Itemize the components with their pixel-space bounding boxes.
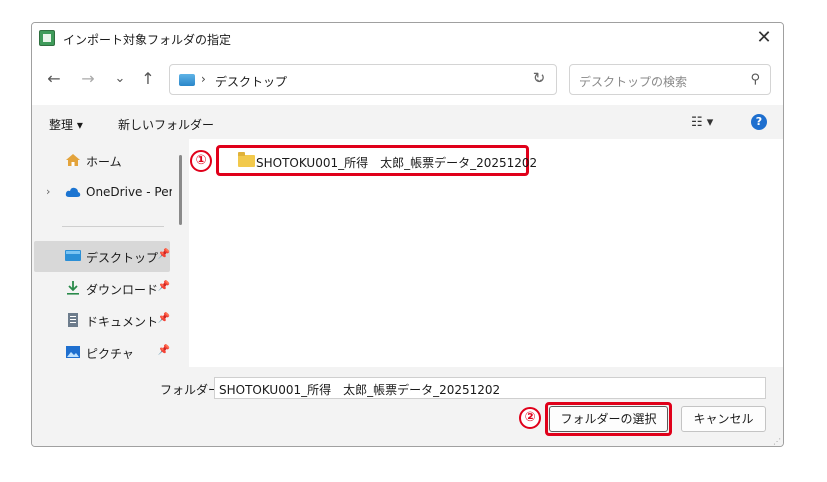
home-icon xyxy=(66,154,80,166)
pin-icon[interactable]: 📌 xyxy=(158,313,170,324)
sidebar-divider xyxy=(62,226,164,227)
breadcrumb-desktop[interactable]: デスクトップ xyxy=(215,73,287,90)
search-input[interactable]: デスクトップの検索 xyxy=(579,73,687,90)
sidebar-item-label: ピクチャ xyxy=(86,347,134,361)
file-list: SHOTOKU001_所得 太郎_帳票データ_20251202 xyxy=(189,139,783,367)
navigation-pane: ホーム › OneDrive - Perso デスクトップ 📌 ダウンロード 📌… xyxy=(32,139,189,367)
sidebar-item-desktop[interactable]: デスクトップ 📌 xyxy=(34,241,170,272)
window-title: インポート対象フォルダの指定 xyxy=(63,33,232,47)
sidebar-item-label: ドキュメント xyxy=(86,315,159,329)
sidebar-item-home[interactable]: ホーム xyxy=(34,145,170,176)
pin-icon[interactable]: 📌 xyxy=(158,345,170,356)
address-bar[interactable]: › デスクトップ ⌄ xyxy=(169,64,557,95)
forward-button[interactable]: → xyxy=(78,69,98,89)
sidebar-item-downloads[interactable]: ダウンロード 📌 xyxy=(34,273,170,304)
help-icon[interactable]: ? xyxy=(751,114,767,130)
close-button[interactable]: ✕ xyxy=(753,27,775,49)
cloud-icon xyxy=(65,187,81,197)
organize-button[interactable]: 整理 ▾ xyxy=(49,116,83,133)
refresh-icon[interactable]: ↻ xyxy=(527,66,551,90)
folder-picker-dialog: インポート対象フォルダの指定 ✕ ← → ⌄ ↑ › デスクトップ ⌄ ↻ デス… xyxy=(31,22,784,447)
sidebar-item-label: デスクトップ xyxy=(86,251,159,265)
folder-name-field[interactable]: SHOTOKU001_所得 太郎_帳票データ_20251202 xyxy=(214,377,766,399)
dialog-footer: フォルダー: SHOTOKU001_所得 太郎_帳票データ_20251202 フ… xyxy=(32,367,783,446)
cancel-button[interactable]: キャンセル xyxy=(681,406,766,432)
sidebar-item-label: ホーム xyxy=(86,155,122,169)
breadcrumb-separator: › xyxy=(201,72,206,86)
resize-grip[interactable]: ⋰ xyxy=(773,437,781,446)
recent-locations-button[interactable]: ⌄ xyxy=(110,69,130,89)
folder-icon xyxy=(238,152,255,167)
search-icon[interactable]: ⚲ xyxy=(750,72,760,87)
search-box[interactable]: デスクトップの検索 ⚲ xyxy=(569,64,771,95)
folder-name[interactable]: SHOTOKU001_所得 太郎_帳票データ_20251202 xyxy=(256,154,537,171)
up-button[interactable]: ↑ xyxy=(138,69,158,89)
view-options-icon[interactable]: ☷ ▾ xyxy=(691,115,713,130)
sidebar-item-label: OneDrive - Perso xyxy=(86,185,172,199)
navigation-bar: ← → ⌄ ↑ › デスクトップ ⌄ ↻ デスクトップの検索 ⚲ xyxy=(32,53,783,105)
title-bar: インポート対象フォルダの指定 ✕ xyxy=(32,23,783,53)
sidebar-item-label: ダウンロード xyxy=(86,283,159,297)
sidebar-item-onedrive[interactable]: › OneDrive - Perso xyxy=(34,177,172,208)
desktop-icon xyxy=(65,250,81,261)
step-2-marker: ② xyxy=(519,407,541,429)
sidebar-item-pictures[interactable]: ピクチャ 📌 xyxy=(34,337,170,368)
command-bar: 整理 ▾ 新しいフォルダー ☷ ▾ ? xyxy=(32,107,783,139)
select-folder-button[interactable]: フォルダーの選択 xyxy=(549,406,668,432)
step-1-marker: ① xyxy=(190,150,212,172)
document-icon xyxy=(68,313,78,327)
pin-icon[interactable]: 📌 xyxy=(158,281,170,292)
sidebar-scrollbar[interactable] xyxy=(179,155,182,225)
pin-icon[interactable]: 📌 xyxy=(158,249,170,260)
download-icon xyxy=(67,281,79,295)
desktop-icon xyxy=(179,74,195,86)
new-folder-button[interactable]: 新しいフォルダー xyxy=(118,116,214,133)
chevron-right-icon[interactable]: › xyxy=(46,185,50,198)
sidebar-item-documents[interactable]: ドキュメント 📌 xyxy=(34,305,170,336)
back-button[interactable]: ← xyxy=(44,69,64,89)
app-icon xyxy=(39,30,55,46)
pictures-icon xyxy=(66,346,80,358)
list-item[interactable]: SHOTOKU001_所得 太郎_帳票データ_20251202 xyxy=(216,145,537,176)
